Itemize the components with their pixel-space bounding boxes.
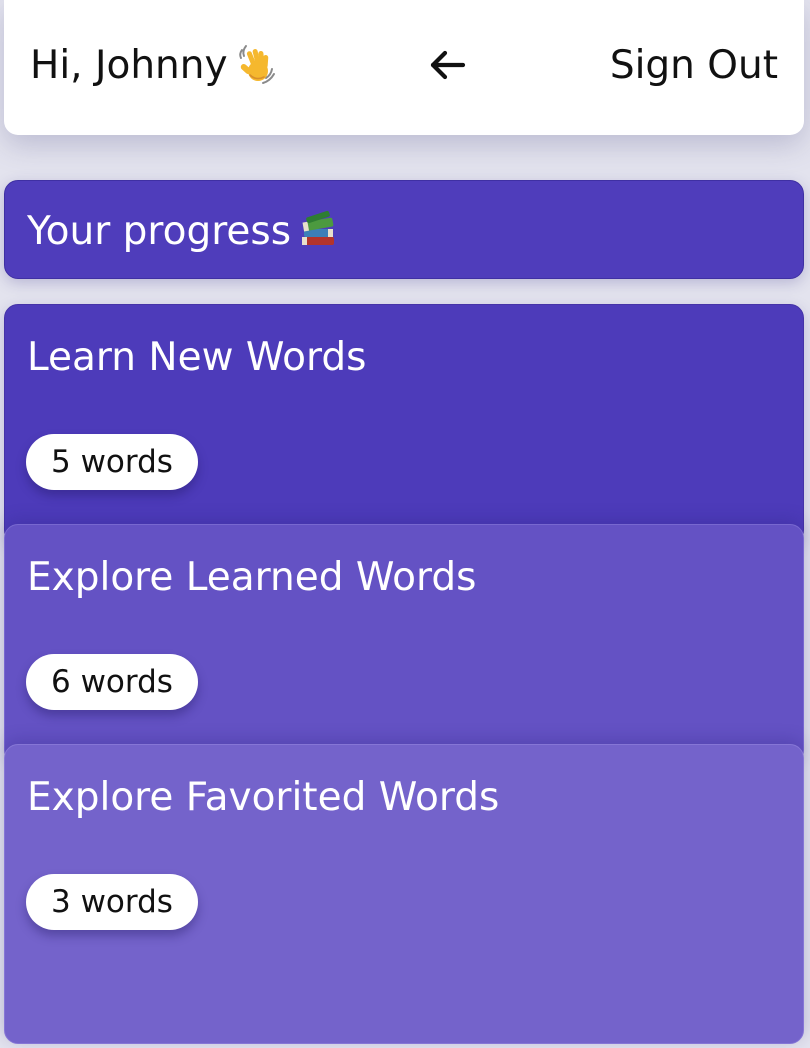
greeting: Hi, Johnny: [30, 40, 276, 92]
progress-row: Your progress: [27, 207, 337, 257]
progress-bar[interactable]: Your progress: [4, 180, 804, 279]
word-count-badge: 3 words: [26, 874, 198, 930]
explore-learned-words-card[interactable]: Explore Learned Words 6 words: [4, 524, 804, 764]
card-title: Learn New Words: [27, 335, 367, 380]
back-button[interactable]: [426, 44, 470, 88]
learn-new-words-card[interactable]: Learn New Words 5 words: [4, 304, 804, 544]
progress-label: Your progress: [27, 209, 292, 254]
word-count-badge: 6 words: [26, 654, 198, 710]
top-header: Hi, Johnny Sign Out: [4, 0, 804, 135]
card-title: Explore Learned Words: [27, 555, 477, 600]
explore-favorited-words-card[interactable]: Explore Favorited Words 3 words: [4, 744, 804, 1044]
card-title: Explore Favorited Words: [27, 775, 500, 820]
greeting-text: Hi, Johnny: [30, 43, 228, 88]
arrow-left-icon: [430, 50, 466, 80]
word-count-badge: 5 words: [26, 434, 198, 490]
books-icon: [302, 210, 335, 245]
sign-out-button[interactable]: Sign Out: [610, 40, 778, 92]
waving-hand-icon: [238, 45, 275, 84]
